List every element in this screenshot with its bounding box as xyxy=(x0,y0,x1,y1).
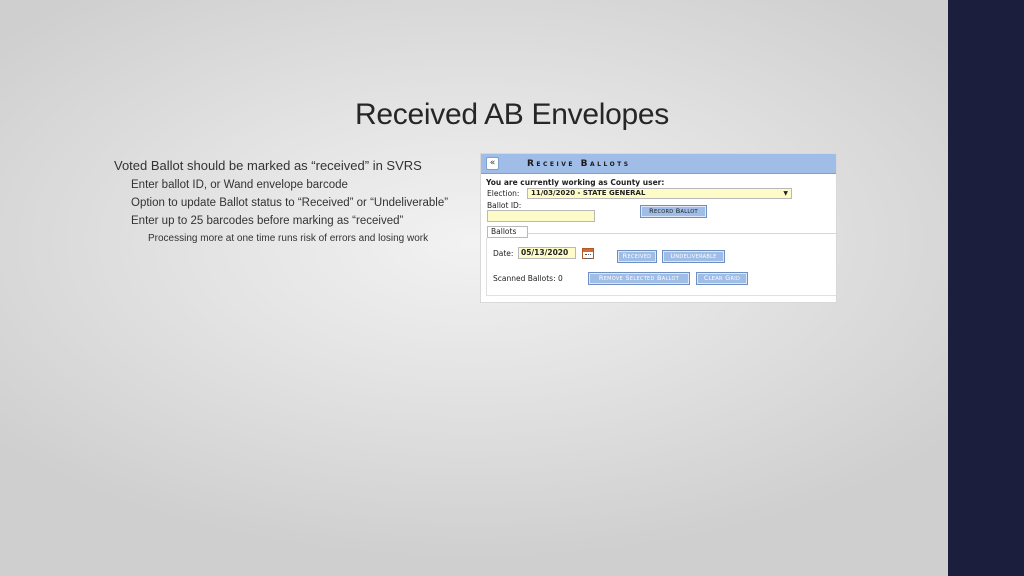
bullet-sub-status: Option to update Ballot status to “Recei… xyxy=(131,197,449,209)
record-ballot-button[interactable]: Record Ballot xyxy=(640,205,707,218)
bullet-sub-ballot-id: Enter ballot ID, or Wand envelope barcod… xyxy=(131,179,348,191)
scanned-ballots-count: Scanned Ballots: 0 xyxy=(493,274,563,283)
date-input[interactable]: 05/13/2020 xyxy=(518,247,576,259)
slide-title: Received AB Envelopes xyxy=(355,98,669,131)
election-label: Election: xyxy=(487,189,520,198)
bullet-main: Voted Ballot should be marked as “receiv… xyxy=(114,158,422,173)
chevron-down-icon: ▼ xyxy=(783,190,788,197)
calendar-icon[interactable] xyxy=(582,248,594,259)
bullet-sub-barcodes: Enter up to 25 barcodes before marking a… xyxy=(131,215,404,227)
election-select[interactable]: 11/03/2020 - STATE GENERAL ▼ xyxy=(527,188,792,199)
ballot-id-label: Ballot ID: xyxy=(487,201,522,210)
received-button[interactable]: Received xyxy=(617,250,657,263)
bullet-list: Voted Ballot should be marked as “receiv… xyxy=(114,158,448,249)
undeliverable-button[interactable]: Undeliverable xyxy=(662,250,725,263)
panel-header: « Receive Ballots xyxy=(481,154,836,174)
tab-divider xyxy=(528,233,836,234)
clear-grid-button[interactable]: Clear Grid xyxy=(696,272,748,285)
panel-title: Receive Ballots xyxy=(527,158,631,169)
election-value: 11/03/2020 - STATE GENERAL xyxy=(531,189,646,197)
receive-ballots-screenshot: « Receive Ballots You are currently work… xyxy=(480,153,837,303)
tab-ballots[interactable]: Ballots xyxy=(487,226,528,238)
sidebar-accent-bar xyxy=(948,0,1024,576)
date-label: Date: xyxy=(493,249,514,258)
ballot-id-input[interactable] xyxy=(487,210,595,222)
bullet-sub-warning: Processing more at one time runs risk of… xyxy=(148,233,429,244)
remove-selected-ballot-button[interactable]: Remove Selected Ballot xyxy=(588,272,690,285)
collapse-icon[interactable]: « xyxy=(486,157,499,170)
user-context-text: You are currently working as County user… xyxy=(486,178,665,187)
